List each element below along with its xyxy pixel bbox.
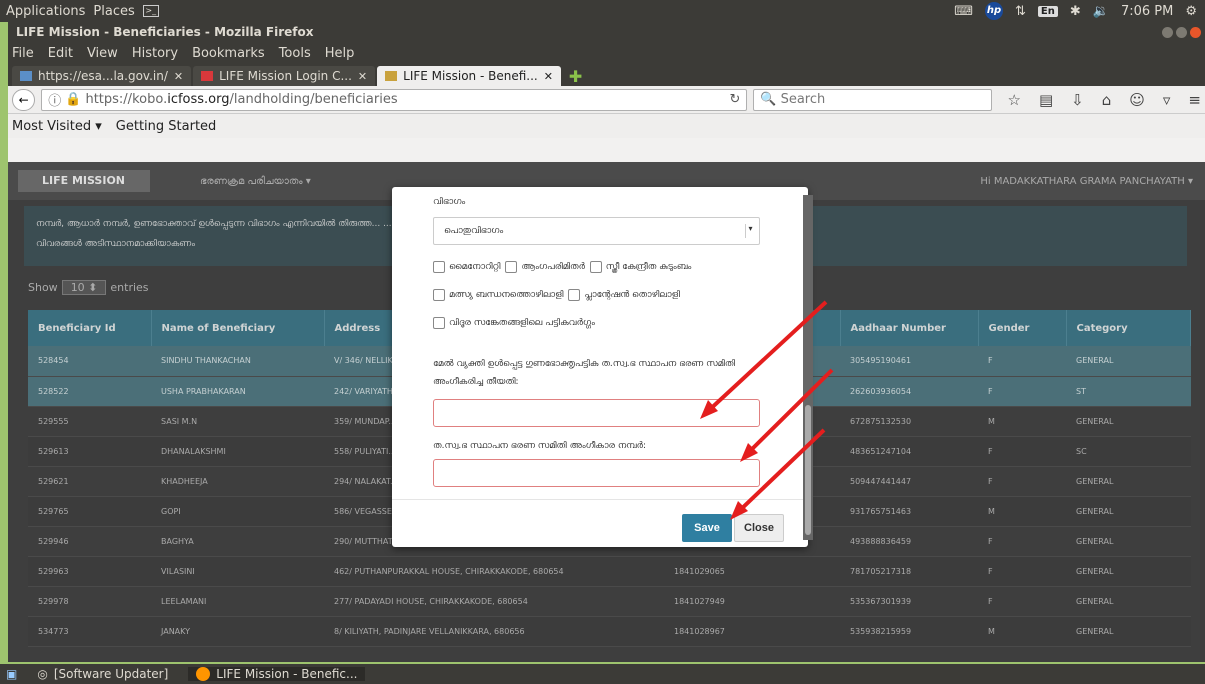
taskbar-firefox[interactable]: LIFE Mission - Benefic...: [188, 667, 366, 681]
task-label: LIFE Mission - Benefic...: [216, 667, 358, 681]
red-arrow: [744, 368, 834, 457]
updater-icon: ◎: [37, 667, 48, 681]
show-desktop-icon[interactable]: ▣: [6, 667, 17, 681]
red-arrow: [734, 428, 826, 516]
annotation-arrows: [700, 300, 834, 520]
taskbar-software-updater[interactable]: ◎ [Software Updater]: [29, 667, 176, 681]
task-label: [Software Updater]: [53, 667, 169, 681]
firefox-icon: [196, 667, 211, 681]
taskbar: ▣ ◎ [Software Updater] LIFE Mission - Ben…: [0, 664, 1205, 684]
